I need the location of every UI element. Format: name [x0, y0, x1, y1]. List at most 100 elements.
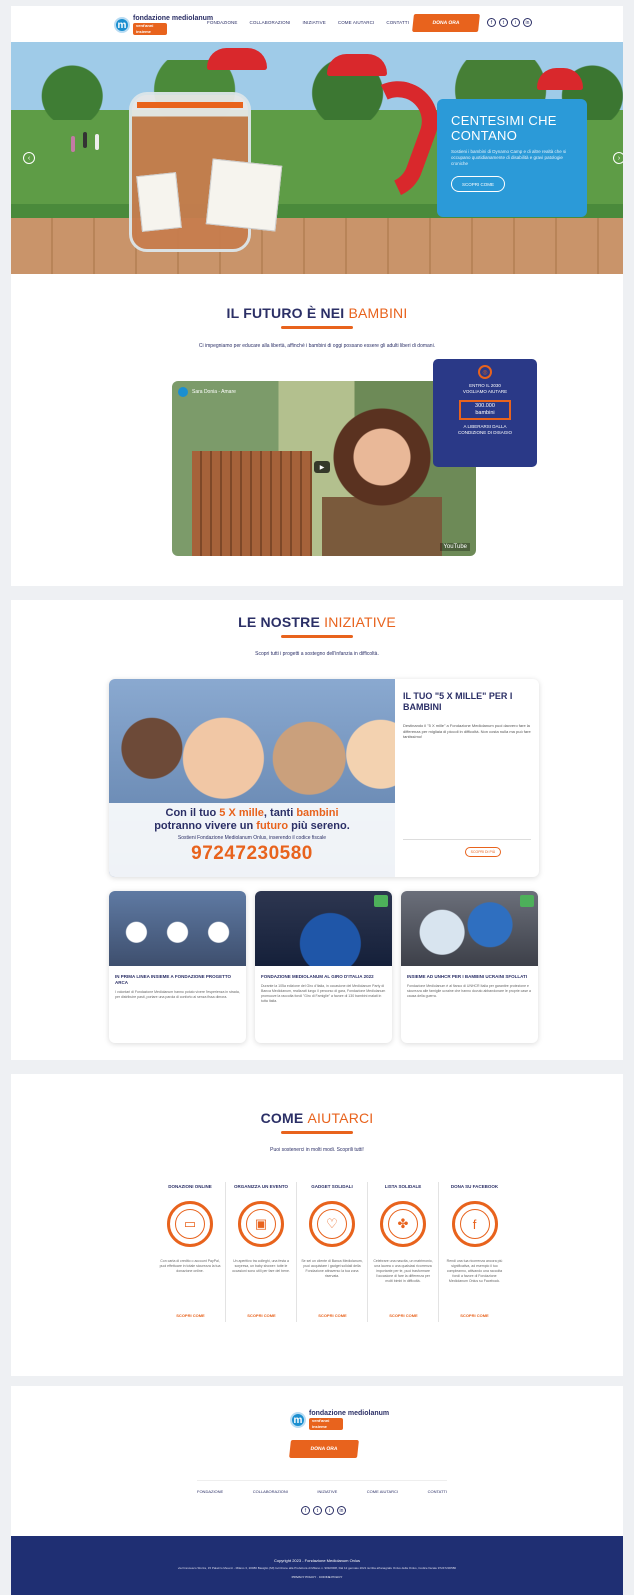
facebook-icon[interactable]: f [301, 1506, 310, 1515]
featured-divider [403, 839, 531, 840]
hero-child [95, 134, 99, 150]
overlay-text: , tanti [263, 807, 294, 819]
help-option-link[interactable]: SCOPRI COME [226, 1313, 297, 1318]
footer-nav-fondazione[interactable]: FONDAZIONE [197, 1489, 223, 1494]
video-fence [192, 451, 312, 556]
heart-mug-icon: ♡ [317, 1209, 347, 1239]
help-option-link[interactable]: SCOPRI COME [297, 1313, 368, 1318]
policy-links[interactable]: PRIVACY POLICY · COOKIE POLICY [11, 1575, 623, 1579]
footer-nav: FONDAZIONE COLLABORAZIONI INIZIATIVE COM… [197, 1480, 447, 1494]
impact-stat-box: ◎ ENTRO IL 2030 VOGLIAMO AIUTARE 300.000 … [433, 359, 537, 467]
footer-donate-button[interactable]: DONA ORA [289, 1440, 359, 1458]
hero-playground-roof [207, 48, 267, 70]
logo-name: fondazione mediolanum [133, 15, 214, 22]
footer-nav-contatti[interactable]: CONTATTI [428, 1489, 447, 1494]
linkedin-icon[interactable]: in [337, 1506, 346, 1515]
section-divider [11, 586, 623, 600]
hero-wooden-table [11, 218, 623, 274]
aiutarci-heading-b: AIUTARCI [307, 1110, 374, 1126]
aiutarci-subtitle: Puoi sostenerci in molti modi. Scoprili … [270, 1147, 364, 1153]
help-option-text: Celebrare una nascita, un matrimonio, un… [373, 1259, 433, 1283]
initiative-photo [109, 891, 246, 966]
video-player[interactable]: Sara Donia - Amare ▶ YouTube [172, 381, 476, 556]
help-option: DONAZIONI ONLINE ▭ Con carta di credito … [155, 1182, 226, 1322]
overlay-line-2: potranno vivere un futuro più sereno. [109, 820, 395, 833]
help-options: DONAZIONI ONLINE ▭ Con carta di credito … [155, 1182, 510, 1322]
help-option: GADGET SOLIDALI ♡ Se sei un cliente di B… [297, 1182, 368, 1322]
initiative-text: Durante la 105a edizione del Giro d'Ital… [261, 984, 386, 1003]
stat-number: 300.000 [475, 403, 495, 409]
nav-item-contatti[interactable]: CONTATTI [386, 20, 409, 25]
help-option-text: Un aperitivo tra colleghi, una festa a s… [232, 1259, 290, 1273]
initiative-card[interactable]: IN PRIMA LINEA INSIEME A FONDAZIONE PROG… [109, 891, 246, 1043]
facebook-icon[interactable]: f [487, 18, 496, 27]
overlay-text: Con il tuo [165, 807, 217, 819]
instagram-icon[interactable]: i [325, 1506, 334, 1515]
slider-prev-icon[interactable]: ‹ [23, 152, 35, 164]
page: m fondazione mediolanum vent'anni insiem… [11, 6, 623, 1595]
futuro-subtitle: Ci impegniamo per educare alla libertà, … [198, 343, 436, 349]
slider-next-icon[interactable]: › [613, 152, 623, 164]
futuro-heading: IL FUTURO È NEI BAMBINI [11, 305, 623, 321]
featured-text: Destinando il "5 X mille" a Fondazione M… [403, 723, 531, 739]
hero-drawing-card [205, 158, 283, 232]
site-header: m fondazione mediolanum vent'anni insiem… [11, 6, 623, 42]
aiutarci-underline [281, 1131, 353, 1134]
nav-item-collaborazioni[interactable]: COLLABORAZIONI [250, 20, 291, 25]
video-play-icon[interactable]: ▶ [314, 461, 330, 473]
overlay-text: più sereno. [291, 820, 350, 832]
help-option-link[interactable]: SCOPRI COME [155, 1313, 226, 1318]
overlay-text: potranno vivere un [154, 820, 254, 832]
twitter-icon[interactable]: t [313, 1506, 322, 1515]
featured-initiative-card[interactable]: Con il tuo 5 X mille, tanti bambini potr… [109, 679, 539, 877]
stat-unit: bambini [475, 410, 495, 416]
help-option-text: Rendi una tua ricorrenza ancora più sign… [446, 1259, 503, 1283]
donate-button[interactable]: DONA ORA [412, 14, 480, 32]
gallery-tag-icon [374, 895, 388, 907]
hero-caption-box: CENTESIMI CHE CONTANO Sostieni i bambini… [437, 99, 587, 217]
linkedin-icon[interactable]: in [523, 18, 532, 27]
nav-item-fondazione[interactable]: FONDAZIONE [207, 20, 238, 25]
twitter-icon[interactable]: t [499, 18, 508, 27]
help-option: LISTA SOLIDALE ✤ Celebrare una nascita, … [368, 1182, 439, 1322]
instagram-icon[interactable]: i [511, 18, 520, 27]
stat-number-box: 300.000 bambini [459, 400, 511, 420]
help-option-title: DONAZIONI ONLINE [168, 1184, 212, 1189]
initiative-title: INSIEME AD UNHCR PER I BAMBINI UCRAINI S… [407, 974, 527, 979]
initiative-title: FONDAZIONE MEDIOLANUM AL GIRO D'ITALIA 2… [261, 974, 374, 979]
stat-line-4: CONDIZIONE DI DISAGIO [457, 430, 512, 435]
help-option-text: Con carta di credito o account PayPal, p… [159, 1259, 221, 1273]
help-icon-ring: ▭ [167, 1201, 213, 1247]
help-icon-ring: ♡ [309, 1201, 355, 1247]
initiative-text: Fondazione Mediolanum è al fianco di UNH… [407, 984, 531, 998]
futuro-heading-b: BAMBINI [348, 305, 408, 321]
hero-slider: ‹ › CENTESIMI CHE CONTANO Sostieni i bam… [11, 40, 623, 274]
footer-logo[interactable]: m fondazione mediolanum vent'anni insiem… [290, 1410, 389, 1430]
help-icon-ring: f [451, 1201, 498, 1247]
youtube-logo-icon[interactable]: YouTube [440, 543, 470, 551]
overlay-highlight: 5 X mille [219, 807, 264, 819]
footer-nav-come-aiutarci[interactable]: COME AIUTARCI [367, 1489, 398, 1494]
initiative-cards: IN PRIMA LINEA INSIEME A FONDAZIONE PROG… [109, 891, 539, 1043]
help-option-link[interactable]: SCOPRI COME [439, 1313, 510, 1318]
iniziative-subtitle: Scopri tutti i progetti a sostegno dell'… [255, 651, 379, 657]
initiative-card[interactable]: INSIEME AD UNHCR PER I BAMBINI UCRAINI S… [401, 891, 538, 1043]
initiative-card[interactable]: FONDAZIONE MEDIOLANUM AL GIRO D'ITALIA 2… [255, 891, 392, 1043]
featured-more-button[interactable]: SCOPRI DI PIÙ [465, 847, 501, 857]
site-logo[interactable]: m fondazione mediolanum vent'anni insiem… [114, 12, 213, 38]
credit-card-icon: ▭ [175, 1209, 205, 1239]
footer-nav-collaborazioni[interactable]: COLLABORAZIONI [253, 1489, 288, 1494]
iniziative-heading-b: INIZIATIVE [324, 614, 396, 630]
header-social: f t i in [487, 18, 532, 27]
nav-item-come-aiutarci[interactable]: COME AIUTARCI [338, 20, 374, 25]
target-icon: ◎ [478, 365, 492, 379]
iniziative-underline [281, 635, 353, 638]
nav-item-iniziative[interactable]: INIZIATIVE [302, 20, 325, 25]
hero-cta-button[interactable]: SCOPRI COME [451, 176, 505, 192]
section-divider [11, 1060, 623, 1074]
help-option-link[interactable]: SCOPRI COME [368, 1313, 439, 1318]
iniziative-heading: LE NOSTRE INIZIATIVE [11, 614, 623, 630]
initiative-title: IN PRIMA LINEA INSIEME A FONDAZIONE PROG… [115, 974, 232, 985]
footer-nav-iniziative[interactable]: INIZIATIVE [317, 1489, 337, 1494]
logo-mark-icon: m [114, 17, 130, 33]
